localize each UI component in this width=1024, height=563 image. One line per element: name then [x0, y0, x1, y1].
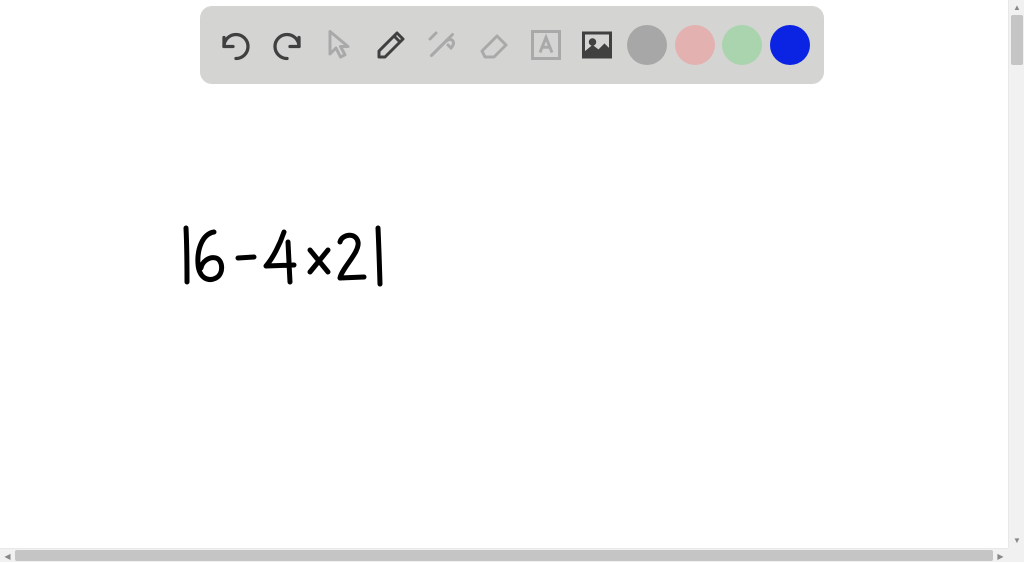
image-icon [579, 27, 615, 63]
drawing-toolbar [200, 6, 824, 84]
pencil-icon [373, 27, 409, 63]
pencil-button[interactable] [369, 23, 413, 67]
scroll-up-arrow[interactable]: ▲ [1009, 0, 1024, 15]
undo-button[interactable] [214, 23, 258, 67]
redo-icon [269, 27, 305, 63]
tools-button[interactable] [420, 23, 464, 67]
color-pink[interactable] [675, 25, 715, 65]
color-green[interactable] [722, 25, 762, 65]
horizontal-scroll-thumb[interactable] [15, 550, 993, 561]
pointer-button[interactable] [317, 23, 361, 67]
scroll-left-arrow[interactable]: ◀ [0, 549, 15, 563]
scrollbar-corner [1008, 548, 1024, 562]
drawing-canvas[interactable] [0, 90, 1008, 548]
text-icon [528, 27, 564, 63]
eraser-button[interactable] [472, 23, 516, 67]
undo-icon [218, 27, 254, 63]
scroll-down-arrow[interactable]: ▼ [1009, 533, 1024, 548]
pointer-icon [321, 27, 357, 63]
handwritten-math [180, 220, 390, 305]
horizontal-scrollbar[interactable]: ◀ ▶ [0, 548, 1008, 562]
text-button[interactable] [524, 23, 568, 67]
tools-icon [424, 27, 460, 63]
eraser-icon [476, 27, 512, 63]
vertical-scrollbar[interactable]: ▲ ▼ [1008, 0, 1024, 548]
scroll-right-arrow[interactable]: ▶ [993, 549, 1008, 563]
image-button[interactable] [575, 23, 619, 67]
color-blue[interactable] [770, 25, 810, 65]
color-gray[interactable] [627, 25, 667, 65]
redo-button[interactable] [265, 23, 309, 67]
vertical-scroll-thumb[interactable] [1011, 15, 1023, 65]
